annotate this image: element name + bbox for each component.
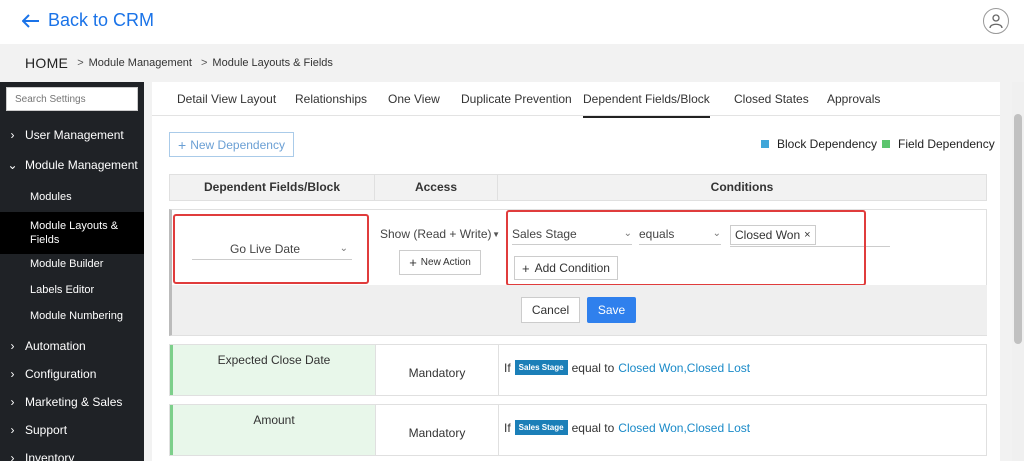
breadcrumb-home[interactable]: HOME <box>25 55 68 71</box>
arrow-left-icon <box>22 13 39 28</box>
access-cell: Mandatory <box>408 426 466 440</box>
dependency-row[interactable]: Amount Mandatory If Sales Stage equal to… <box>169 404 987 456</box>
sidebar-subitem-module-numbering[interactable]: Module Numbering <box>0 309 144 323</box>
legend-field-dependency: Field Dependency <box>882 137 995 151</box>
condition-equal-to: equal to <box>571 360 615 375</box>
condition-if: If <box>504 360 511 375</box>
condition-equal-to: equal to <box>571 420 615 435</box>
header-dependent-fields: Dependent Fields/Block <box>203 180 341 194</box>
sidebar-item-support[interactable]: › Support <box>0 423 144 437</box>
new-dependency-label: New Dependency <box>190 137 285 152</box>
plus-icon: + <box>409 255 417 270</box>
sidebar-item-module-management[interactable]: ⌄ Module Management <box>0 158 144 172</box>
top-bar: Back to CRM <box>0 0 1024 44</box>
access-cell: Mandatory <box>408 366 466 380</box>
sidebar-item-label: Configuration <box>25 367 97 381</box>
column-divider <box>498 345 499 395</box>
sidebar-item-label: Support <box>25 423 68 437</box>
chevron-right-icon: › <box>10 128 15 142</box>
scrollbar-thumb[interactable] <box>1014 114 1022 344</box>
tab-one-view[interactable]: One View <box>388 92 440 106</box>
highlight-box-field <box>173 214 369 284</box>
sidebar-subitem-labels-editor[interactable]: Labels Editor <box>0 283 144 297</box>
sidebar-item-marketing-sales[interactable]: › Marketing & Sales <box>0 395 144 409</box>
field-dependency-swatch <box>882 140 890 148</box>
legend-block-dependency: Block Dependency <box>761 137 877 151</box>
dependency-table-header: Dependent Fields/Block Access Conditions <box>169 174 987 201</box>
chevron-right-icon: › <box>10 423 15 437</box>
column-divider <box>498 405 499 455</box>
block-dependency-swatch <box>761 140 769 148</box>
sidebar-item-configuration[interactable]: › Configuration <box>0 367 144 381</box>
breadcrumb-separator-icon: > <box>200 57 208 69</box>
header-conditions: Conditions <box>710 180 774 194</box>
new-action-button[interactable]: + New Action <box>399 250 481 275</box>
chevron-right-icon: › <box>10 339 15 353</box>
sidebar-subitem-module-builder[interactable]: Module Builder <box>0 257 144 271</box>
breadcrumb-module-management[interactable]: Module Management <box>89 57 192 69</box>
chevron-right-icon: › <box>10 395 15 409</box>
condition-cell: If Sales Stage equal to Closed Won,Close… <box>504 420 750 435</box>
user-avatar-icon[interactable] <box>983 8 1009 34</box>
back-to-crm-label: Back to CRM <box>48 10 155 30</box>
sidebar-item-label: Automation <box>25 339 86 353</box>
sidebar-subitem-modules[interactable]: Modules <box>0 190 144 204</box>
tab-detail-view-layout[interactable]: Detail View Layout <box>177 92 276 106</box>
header-access: Access <box>414 180 458 194</box>
settings-search-input[interactable] <box>6 87 138 111</box>
field-tag: Sales Stage <box>514 420 568 435</box>
cancel-button[interactable]: Cancel <box>521 297 580 323</box>
condition-cell: If Sales Stage equal to Closed Won,Close… <box>504 360 750 375</box>
page-scrollbar[interactable] <box>1012 82 1024 461</box>
save-button[interactable]: Save <box>587 297 636 323</box>
breadcrumb-separator-icon: > <box>77 57 84 69</box>
plus-icon: + <box>178 136 187 153</box>
dependency-row[interactable]: Expected Close Date Mandatory If Sales S… <box>169 344 987 396</box>
breadcrumb-module-layouts: Module Layouts & Fields <box>212 57 333 69</box>
tab-closed-states[interactable]: Closed States <box>734 92 809 106</box>
settings-sidebar: › User Management ⌄ Module Management Mo… <box>0 82 144 461</box>
tab-dependent-fields-block[interactable]: Dependent Fields/Block <box>583 92 710 118</box>
chevron-right-icon: › <box>10 367 15 381</box>
sidebar-subitem-module-layouts[interactable]: Module Layouts & Fields <box>0 212 144 254</box>
dependency-edit-row: Go Live Date ⌄ Show (Read + Write) ▼ + N… <box>169 209 987 336</box>
back-to-crm-link[interactable]: Back to CRM <box>22 10 154 31</box>
sidebar-item-label: Module Management <box>25 158 138 172</box>
sidebar-item-label: Marketing & Sales <box>25 395 123 409</box>
field-tag: Sales Stage <box>514 360 568 375</box>
sidebar-item-label: Inventory <box>25 451 75 461</box>
new-dependency-button[interactable]: + New Dependency <box>169 132 294 157</box>
breadcrumb: HOME > Module Management > Module Layout… <box>0 44 1024 82</box>
chevron-down-icon: ⌄ <box>7 158 18 172</box>
tab-duplicate-prevention[interactable]: Duplicate Prevention <box>461 92 572 106</box>
legend-label: Field Dependency <box>898 137 995 151</box>
tab-approvals[interactable]: Approvals <box>827 92 880 106</box>
tab-relationships[interactable]: Relationships <box>295 92 367 106</box>
sidebar-item-automation[interactable]: › Automation <box>0 339 144 353</box>
caret-down-icon: ▼ <box>492 229 500 239</box>
condition-values-link[interactable]: Closed Won,Closed Lost <box>618 361 750 375</box>
edit-row-footer: Cancel Save <box>172 285 987 335</box>
legend-label: Block Dependency <box>777 137 878 151</box>
sidebar-subitem-label: Fields <box>30 234 60 246</box>
dependent-field-cell: Amount <box>170 405 375 455</box>
condition-values-link[interactable]: Closed Won,Closed Lost <box>618 421 750 435</box>
chevron-right-icon: › <box>10 451 15 461</box>
sidebar-item-inventory[interactable]: › Inventory <box>0 451 144 461</box>
condition-if: If <box>504 420 511 435</box>
sidebar-subitem-label: Module Layouts & <box>30 220 119 232</box>
access-value: Show (Read + Write) <box>380 227 492 241</box>
sidebar-item-user-management[interactable]: › User Management <box>0 128 144 142</box>
tab-bar: Detail View Layout Relationships One Vie… <box>152 82 1000 118</box>
access-select[interactable]: Show (Read + Write) ▼ <box>380 224 500 244</box>
dependent-field-cell: Expected Close Date <box>170 345 375 395</box>
layout-panel: Detail View Layout Relationships One Vie… <box>152 82 1000 461</box>
new-action-label: New Action <box>420 257 471 268</box>
sidebar-item-label: User Management <box>25 128 124 142</box>
highlight-box-conditions <box>506 210 866 286</box>
main-content: Detail View Layout Relationships One Vie… <box>144 82 1012 461</box>
